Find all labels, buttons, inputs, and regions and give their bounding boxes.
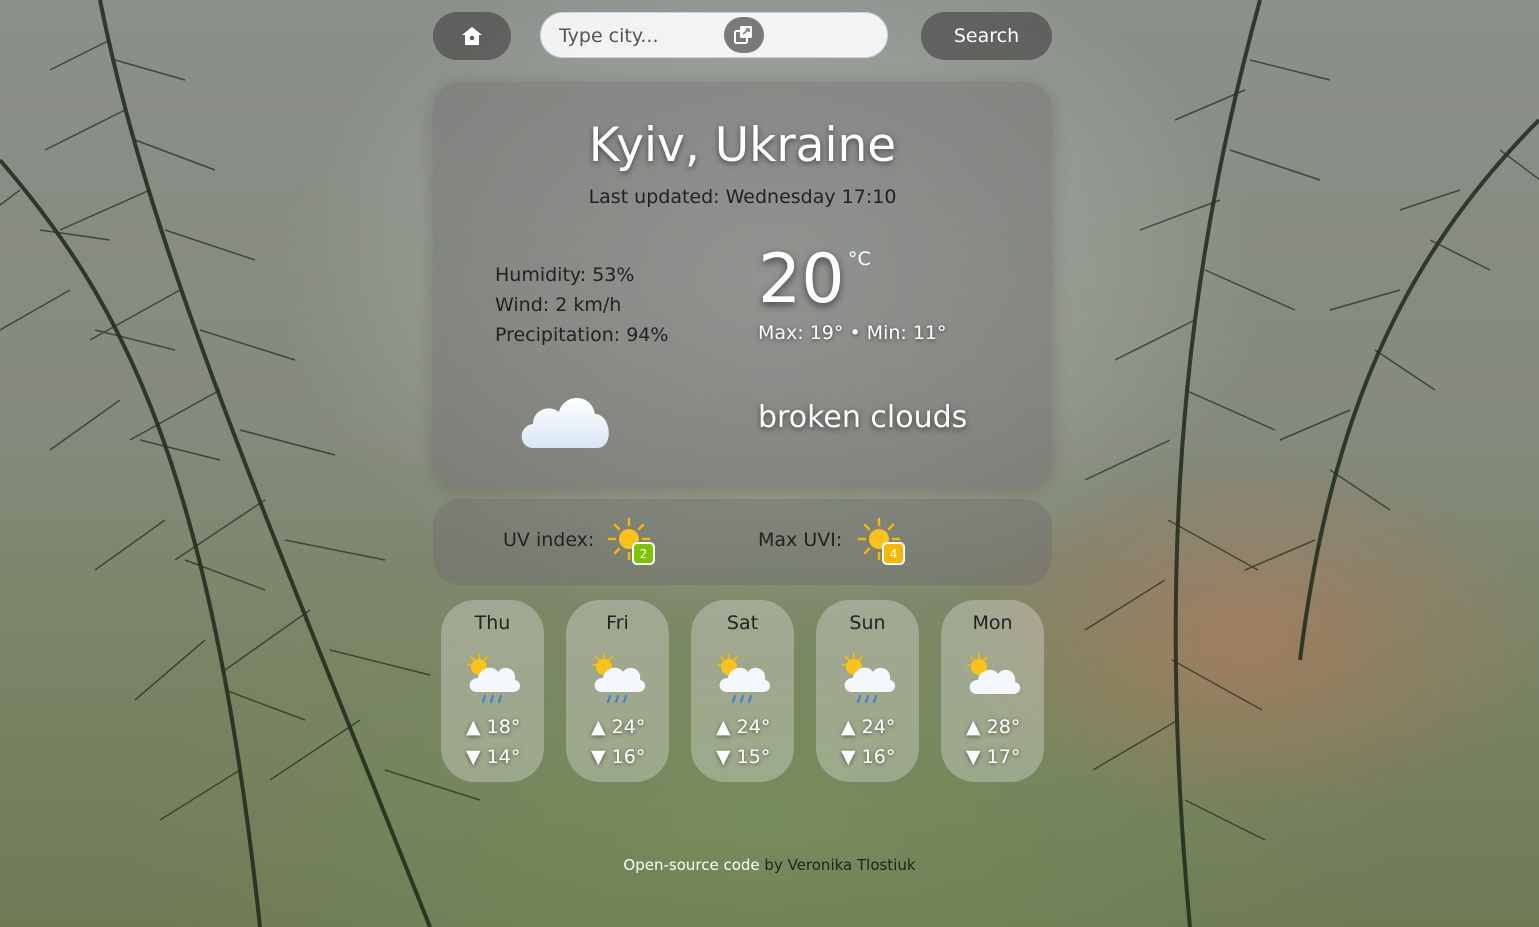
last-updated: Last updated: Wednesday 17:10 [588,186,897,208]
forecast-low: ▼ 14° [466,746,521,768]
max-uvi-value: 4 [890,547,898,561]
home-button[interactable] [433,12,511,60]
forecast-day: Sun [849,612,886,634]
forecast-card: Sat ▲ 24° ▼ 15° [691,600,794,782]
paste-icon[interactable] [724,17,764,53]
weather-description: broken clouds [758,400,968,435]
max-uvi-label: Max UVI: [758,529,843,551]
precipitation: Precipitation: 94% [495,324,669,346]
current-weather-card: Kyiv, Ukraine Last updated: Wednesday 17… [433,82,1052,488]
uv-card: UV index: 2 Max UVI: 4 [433,499,1052,585]
forecast-day: Sat [726,612,759,634]
source-code-link[interactable]: Open-source code [623,856,759,874]
search-box [540,12,888,59]
forecast-day: Fri [606,612,629,634]
sun-cloud-rain-icon [592,653,646,703]
uv-index-value: 2 [640,547,648,561]
max-uvi-sun-icon: 4 [857,517,905,565]
forecast-low: ▼ 17° [966,746,1021,768]
forecast-low: ▼ 16° [591,746,646,768]
forecast-high: ▲ 24° [591,716,646,738]
footer: Open-source code by Veronika Tlostiuk [0,856,1539,874]
footer-author: by Veronika Tlostiuk [759,856,916,874]
forecast-high: ▲ 24° [716,716,771,738]
sun-cloud-rain-icon [717,653,771,703]
forecast-day: Mon [972,612,1013,634]
forecast-card: Sun ▲ 24° ▼ 16° [816,600,919,782]
sun-cloud-rain-icon [467,653,521,703]
top-bar: Search [0,12,1539,60]
max-min-temperature: Max: 19° • Min: 11° [758,322,947,344]
forecast-high: ▲ 18° [466,716,521,738]
uv-index-sun-icon: 2 [607,517,655,565]
forecast-low: ▼ 15° [716,746,771,768]
forecast-day: Thu [474,612,511,634]
uv-index-label: UV index: [503,529,595,551]
forecast-high: ▲ 28° [966,716,1021,738]
city-name: Kyiv, Ukraine [588,118,897,173]
sun-cloud-icon [967,653,1021,694]
forecast-card: Thu ▲ 18° ▼ 14° [441,600,544,782]
search-button[interactable]: Search [921,12,1052,60]
home-icon [462,27,482,45]
broken-clouds-icon [521,398,609,448]
humidity: Humidity: 53% [495,264,635,286]
forecast-card: Mon ▲ 28° ▼ 17° [941,600,1044,782]
weather-details: Humidity: 53% Wind: 2 km/h Precipitation… [495,260,668,350]
wind: Wind: 2 km/h [495,294,622,316]
current-temperature: 20 [758,240,845,319]
forecast-high: ▲ 24° [841,716,896,738]
sun-cloud-rain-icon [842,653,896,703]
search-input[interactable] [557,13,801,59]
forecast-low: ▼ 16° [841,746,896,768]
temperature-unit: °C [848,248,871,270]
forecast-card: Fri ▲ 24° ▼ 16° [566,600,669,782]
